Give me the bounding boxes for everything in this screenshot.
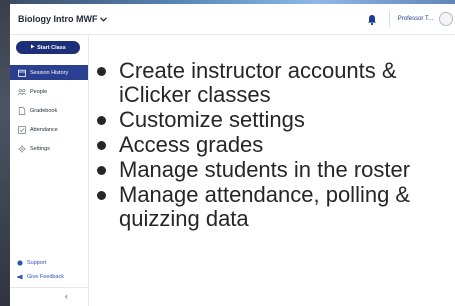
bullet-icon <box>97 141 106 150</box>
list-item: Manage attendance, polling & quizzing da… <box>93 183 451 231</box>
list-item-text: Manage attendance, polling & quizzing da… <box>119 182 411 231</box>
left-frame-edge <box>0 0 10 306</box>
feedback-label: Give Feedback <box>27 274 64 280</box>
sidebar-item-gradebook[interactable]: Gradebook <box>10 103 88 118</box>
list-item: Create instructor accounts & iClicker cl… <box>93 59 451 107</box>
sidebar-item-label: Gradebook <box>30 107 58 114</box>
bullet-icon <box>97 116 106 125</box>
list-item-text: Manage students in the roster <box>119 157 411 182</box>
sidebar-item-people[interactable]: People <box>10 84 88 99</box>
sidebar: Start Class Session History People Grade… <box>10 35 89 306</box>
list-item-text: Create instructor accounts & iClicker cl… <box>119 58 397 107</box>
collapse-sidebar-icon[interactable]: ‹ <box>65 292 68 301</box>
course-selector[interactable]: Biology Intro MWF <box>18 14 108 24</box>
people-icon <box>18 88 26 96</box>
sidebar-item-label: Attendance <box>30 126 58 133</box>
course-title: Biology Intro MWF <box>18 14 98 24</box>
chevron-down-icon <box>100 15 108 24</box>
list-item: Customize settings <box>93 108 451 132</box>
top-header: Biology Intro MWF Professor T... <box>10 4 455 35</box>
document-icon <box>18 106 26 115</box>
calendar-icon <box>18 69 26 77</box>
avatar[interactable] <box>439 12 453 26</box>
sidebar-item-label: Session History <box>30 69 69 76</box>
bullet-icon <box>97 166 106 175</box>
sidebar-item-settings[interactable]: Settings <box>10 141 88 156</box>
list-item-text: Customize settings <box>119 107 305 132</box>
notification-bell-icon[interactable] <box>367 13 377 26</box>
start-class-label: Start Class <box>37 44 66 51</box>
sidebar-footer-divider <box>10 287 88 288</box>
feature-list: Create instructor accounts & iClicker cl… <box>93 59 451 232</box>
list-item: Manage students in the roster <box>93 158 451 182</box>
help-circle-icon <box>16 259 24 267</box>
list-item-text: Access grades <box>119 132 264 157</box>
header-divider <box>388 11 390 27</box>
support-label: Support <box>27 260 47 266</box>
list-item: Access grades <box>93 133 451 157</box>
gear-icon <box>18 144 26 153</box>
profile-name[interactable]: Professor T... <box>398 16 433 22</box>
play-icon <box>30 44 35 51</box>
bullet-icon <box>97 191 106 200</box>
sidebar-item-session-history[interactable]: Session History <box>10 65 88 80</box>
support-link[interactable]: Support <box>10 257 88 269</box>
main-content: Create instructor accounts & iClicker cl… <box>89 35 455 306</box>
sidebar-item-label: People <box>30 88 48 95</box>
sidebar-item-label: Settings <box>30 145 50 152</box>
start-class-button[interactable]: Start Class <box>16 41 80 54</box>
sidebar-item-attendance[interactable]: Attendance <box>10 122 88 137</box>
checkbox-icon <box>18 125 26 134</box>
bullet-icon <box>97 67 106 76</box>
give-feedback-link[interactable]: Give Feedback <box>10 271 88 283</box>
megaphone-icon <box>16 273 24 281</box>
